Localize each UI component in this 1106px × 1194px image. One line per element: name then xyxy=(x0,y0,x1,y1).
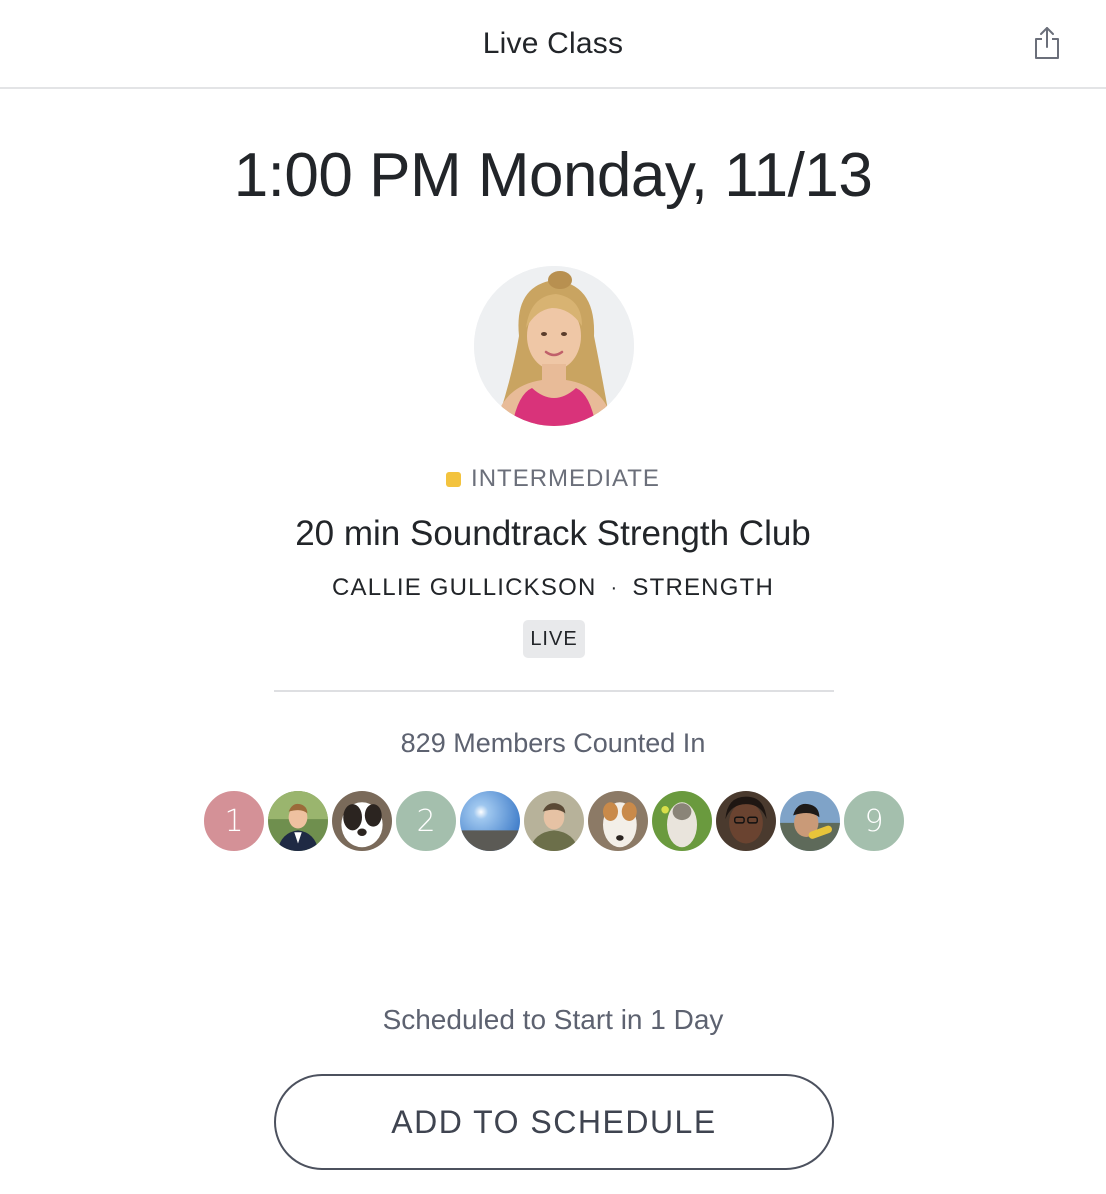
meta-separator: · xyxy=(610,576,619,599)
top-bar: Live Class xyxy=(0,0,1106,89)
difficulty-tag: INTERMEDIATE xyxy=(0,465,1106,493)
member-avatar-initial[interactable]: 1 xyxy=(202,789,266,853)
member-avatar-photo[interactable] xyxy=(458,789,522,853)
class-category: STRENGTH xyxy=(632,574,774,601)
member-photo xyxy=(588,791,648,851)
member-photo xyxy=(460,791,520,851)
member-avatar-photo[interactable] xyxy=(266,789,330,853)
difficulty-indicator xyxy=(446,471,462,487)
member-avatar-photo[interactable] xyxy=(522,789,586,853)
instructor-photo xyxy=(474,266,634,426)
member-photo xyxy=(332,791,392,851)
class-datetime: 1:00 PM Monday, 11/13 xyxy=(233,141,873,210)
live-class-screen: Live Class 1:00 PM Monday, 11/13 INTERME… xyxy=(0,0,1106,1194)
instructor-avatar[interactable] xyxy=(474,266,634,426)
member-photo xyxy=(268,791,328,851)
divider xyxy=(274,690,834,692)
members-counted-in[interactable]: 829 Members Counted In xyxy=(0,728,1106,759)
member-photo xyxy=(780,791,840,851)
member-avatar-photo[interactable] xyxy=(586,789,650,853)
member-avatars[interactable]: 1 2 9 xyxy=(202,789,906,853)
share-button[interactable] xyxy=(1032,24,1062,62)
member-avatar-photo[interactable] xyxy=(330,789,394,853)
difficulty-label: INTERMEDIATE xyxy=(471,465,660,492)
member-photo xyxy=(716,791,776,851)
member-avatar-photo[interactable] xyxy=(778,789,842,853)
member-avatar-initial[interactable]: 2 xyxy=(394,789,458,853)
class-title: 20 min Soundtrack Strength Club xyxy=(295,514,811,553)
member-photo xyxy=(524,791,584,851)
instructor-name[interactable]: CALLIE GULLICKSON xyxy=(332,574,597,602)
member-avatar-photo[interactable] xyxy=(650,789,714,853)
member-photo xyxy=(652,791,712,851)
share-icon xyxy=(1035,27,1059,59)
schedule-status: Scheduled to Start in 1 Day xyxy=(382,1004,724,1035)
page-title: Live Class xyxy=(482,26,624,60)
live-badge: LIVE xyxy=(523,620,585,658)
member-avatar-photo[interactable] xyxy=(714,789,778,853)
add-to-schedule-button[interactable]: ADD TO SCHEDULE xyxy=(274,1074,834,1170)
member-avatar-initial[interactable]: 9 xyxy=(842,789,906,853)
class-meta: CALLIE GULLICKSON · STRENGTH xyxy=(0,574,1106,602)
